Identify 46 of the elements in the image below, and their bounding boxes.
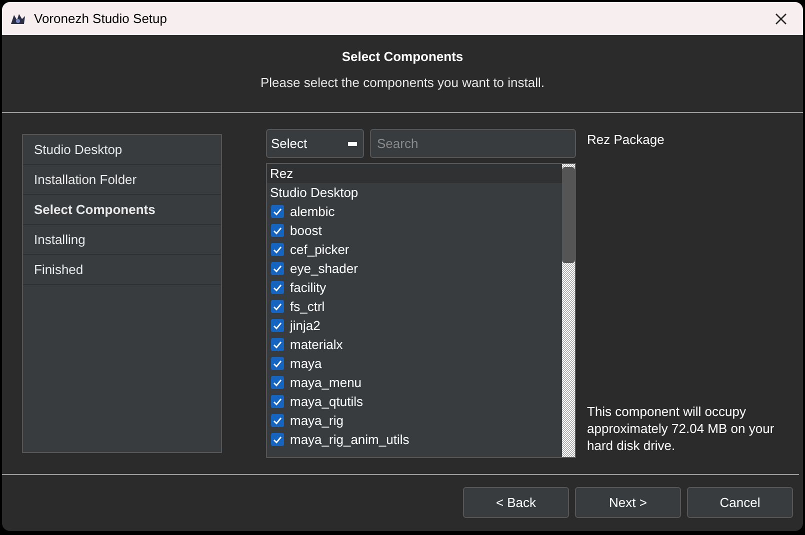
package-label: maya	[290, 354, 322, 373]
page-title: Select Components	[342, 48, 464, 66]
package-label: cef_picker	[290, 240, 350, 259]
checkbox[interactable]	[271, 300, 284, 313]
step-item: Select Components	[23, 195, 221, 225]
checkbox[interactable]	[271, 205, 284, 218]
size-note: This component will occupy approximately 72.04 MB on your hard disk drive.	[587, 403, 776, 454]
package-label: maya_qtutils	[290, 392, 363, 411]
checkbox[interactable]	[271, 414, 284, 427]
package-label: boost	[290, 222, 322, 240]
package-label: facility	[290, 278, 326, 297]
checkbox[interactable]	[271, 338, 284, 351]
checkbox[interactable]	[271, 319, 284, 332]
window-title: Voronezh Studio Setup	[34, 10, 167, 28]
checkbox[interactable]	[271, 395, 284, 408]
close-icon[interactable]	[775, 12, 787, 24]
page-subtitle: Please select the components you want to install.	[260, 74, 544, 92]
dialog-button[interactable]: Cancel	[687, 487, 793, 518]
package-label: jinja2	[290, 316, 320, 335]
step-item: Installation Folder	[23, 165, 221, 195]
checkbox[interactable]	[271, 281, 284, 294]
step-item: Installing	[23, 225, 221, 255]
package-label: eye_shader	[290, 260, 358, 278]
checkbox[interactable]	[271, 243, 284, 256]
package-label: materialx	[290, 336, 343, 354]
package-label: maya_menu	[290, 374, 362, 392]
select-dropdown[interactable]: Select	[266, 129, 364, 158]
checkbox[interactable]	[271, 262, 284, 275]
component-title: Rez Package	[587, 131, 666, 149]
checkbox[interactable]	[271, 376, 284, 389]
app-logo-icon	[10, 12, 26, 26]
package-label: maya_rig_anim_utils	[290, 430, 410, 449]
dialog-button[interactable]: < Back	[463, 487, 569, 518]
step-item: Studio Desktop	[23, 135, 221, 165]
group-row[interactable]: Rez	[267, 164, 562, 183]
checkbox[interactable]	[271, 433, 284, 446]
package-label: fs_ctrl	[290, 298, 325, 316]
search-field[interactable]: Search	[370, 129, 576, 158]
dialog-button[interactable]: Next >	[575, 487, 681, 518]
package-label: maya_rig	[290, 412, 344, 430]
scrollbar[interactable]	[562, 164, 575, 457]
checkbox[interactable]	[271, 224, 284, 237]
group-row[interactable]: Studio Desktop	[267, 183, 562, 202]
package-label: alembic	[290, 202, 335, 221]
checkbox[interactable]	[271, 357, 284, 370]
step-item: Finished	[23, 255, 221, 285]
